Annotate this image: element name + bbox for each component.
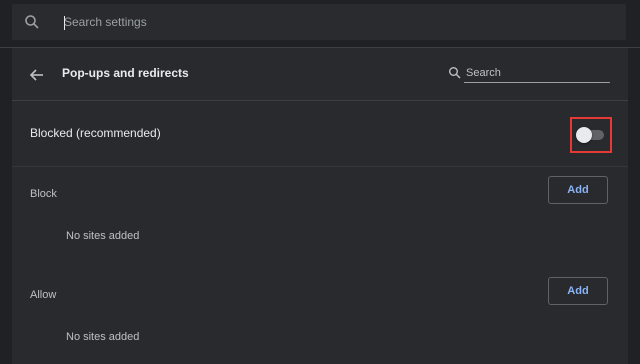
site-search[interactable] — [446, 64, 612, 86]
back-arrow-icon[interactable] — [26, 64, 48, 86]
top-bar — [0, 0, 640, 48]
allow-empty-text: No sites added — [66, 331, 140, 343]
site-search-input[interactable] — [464, 64, 610, 83]
allow-add-button[interactable]: Add — [548, 277, 608, 305]
blocked-row: Blocked (recommended) — [12, 101, 628, 166]
page-header: Pop-ups and redirects — [12, 48, 628, 100]
settings-search-box[interactable] — [12, 4, 626, 40]
blocked-label: Blocked (recommended) — [30, 126, 161, 140]
block-add-button[interactable]: Add — [548, 176, 608, 204]
settings-card: Pop-ups and redirects Blocked (recommend… — [12, 48, 628, 364]
blocked-toggle[interactable] — [576, 127, 606, 143]
settings-search-input[interactable] — [64, 12, 604, 32]
block-empty-text: No sites added — [66, 230, 140, 242]
section-divider — [12, 166, 628, 167]
search-icon — [24, 14, 40, 30]
search-icon — [448, 66, 462, 80]
block-section-label: Block — [30, 188, 57, 200]
toggle-knob — [576, 127, 592, 143]
page-title: Pop-ups and redirects — [62, 66, 189, 80]
allow-section-label: Allow — [30, 289, 57, 301]
